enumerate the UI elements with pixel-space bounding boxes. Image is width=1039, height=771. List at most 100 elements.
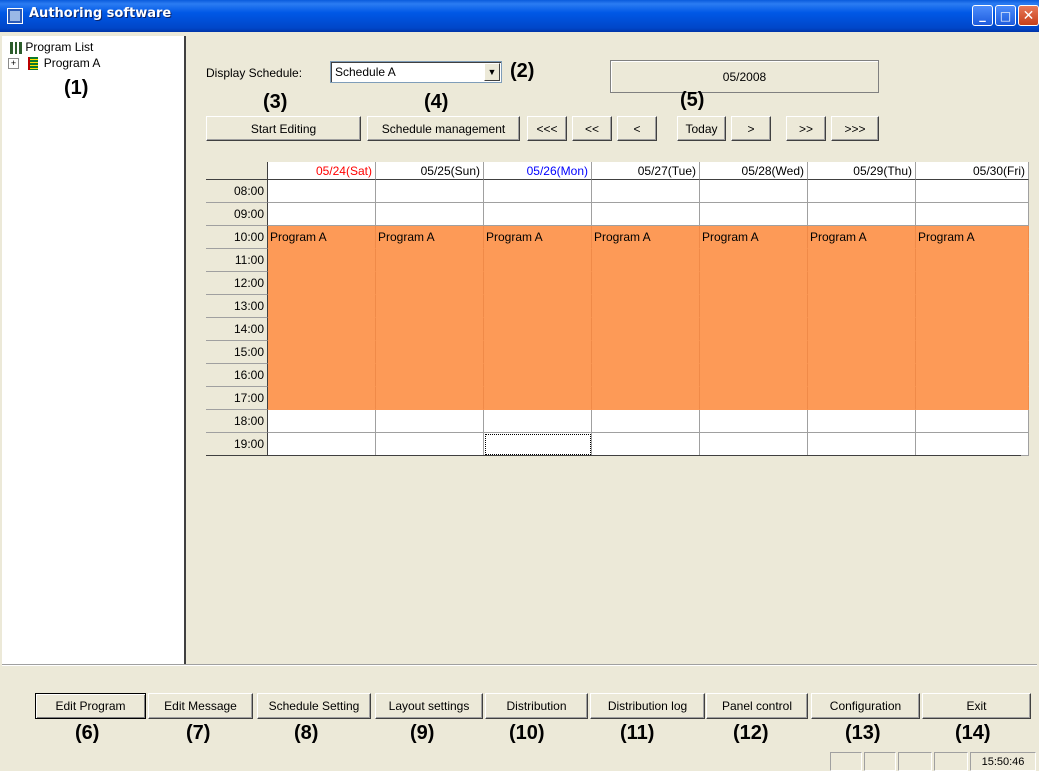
program-block-cell[interactable] (808, 318, 916, 341)
program-block-cell[interactable] (484, 364, 592, 387)
program-block-cell[interactable] (268, 364, 376, 387)
program-block-cell[interactable]: Program A (268, 226, 376, 249)
nav-forward-week-button[interactable]: >> (786, 116, 826, 141)
schedule-cell[interactable] (700, 410, 808, 433)
program-block-cell[interactable] (592, 272, 700, 295)
schedule-cell[interactable] (268, 433, 376, 456)
schedule-cell[interactable] (916, 203, 1029, 226)
schedule-cell[interactable] (376, 433, 484, 456)
today-button[interactable]: Today (677, 116, 726, 141)
schedule-cell[interactable] (916, 410, 1029, 433)
day-header[interactable]: 05/28(Wed) (700, 162, 808, 180)
schedule-cell[interactable] (916, 180, 1029, 203)
program-block-cell[interactable] (700, 295, 808, 318)
day-header[interactable]: 05/25(Sun) (376, 162, 484, 180)
nav-forward-far-button[interactable]: >>> (831, 116, 879, 141)
nav-back-week-button[interactable]: << (572, 116, 612, 141)
schedule-cell[interactable] (484, 410, 592, 433)
panel-control-button[interactable]: Panel control (706, 693, 808, 719)
schedule-cell[interactable] (700, 180, 808, 203)
program-block-cell[interactable] (808, 341, 916, 364)
program-block-cell[interactable] (484, 318, 592, 341)
schedule-cell[interactable] (808, 203, 916, 226)
program-block-cell[interactable] (268, 249, 376, 272)
start-editing-button[interactable]: Start Editing (206, 116, 361, 141)
program-block-cell[interactable]: Program A (916, 226, 1029, 249)
schedule-cell[interactable] (376, 203, 484, 226)
schedule-cell[interactable] (268, 410, 376, 433)
day-header[interactable]: 05/27(Tue) (592, 162, 700, 180)
program-block-cell[interactable] (592, 364, 700, 387)
nav-back-far-button[interactable]: <<< (527, 116, 567, 141)
program-block-cell[interactable] (592, 249, 700, 272)
distribution-log-button[interactable]: Distribution log (590, 693, 705, 719)
program-block-cell[interactable] (916, 249, 1029, 272)
program-block-cell[interactable] (808, 387, 916, 410)
program-block-cell[interactable] (376, 318, 484, 341)
schedule-cell[interactable] (484, 433, 592, 456)
program-block-cell[interactable] (484, 272, 592, 295)
program-block-cell[interactable] (808, 364, 916, 387)
program-block-cell[interactable] (484, 387, 592, 410)
program-block-cell[interactable] (916, 272, 1029, 295)
program-block-cell[interactable] (592, 318, 700, 341)
schedule-cell[interactable] (592, 433, 700, 456)
program-block-cell[interactable] (268, 272, 376, 295)
minimize-button[interactable]: _ (972, 5, 993, 26)
program-block-cell[interactable] (376, 249, 484, 272)
schedule-cell[interactable] (484, 203, 592, 226)
schedule-cell[interactable] (808, 180, 916, 203)
maximize-button[interactable]: □ (995, 5, 1016, 26)
edit-message-button[interactable]: Edit Message (148, 693, 253, 719)
nav-back-day-button[interactable]: < (617, 116, 657, 141)
schedule-cell[interactable] (808, 410, 916, 433)
day-header[interactable]: 05/29(Thu) (808, 162, 916, 180)
program-block-cell[interactable]: Program A (484, 226, 592, 249)
program-block-cell[interactable]: Program A (376, 226, 484, 249)
program-block-cell[interactable] (376, 387, 484, 410)
program-block-cell[interactable] (268, 341, 376, 364)
program-block-cell[interactable] (268, 318, 376, 341)
program-block-cell[interactable] (592, 387, 700, 410)
expand-icon[interactable]: + (8, 58, 19, 70)
dropdown-arrow-icon[interactable]: ▼ (484, 63, 500, 81)
program-block-cell[interactable] (484, 295, 592, 318)
schedule-select[interactable]: Schedule A ▼ (330, 61, 502, 83)
program-block-cell[interactable] (916, 341, 1029, 364)
program-block-cell[interactable]: Program A (592, 226, 700, 249)
exit-button[interactable]: Exit (922, 693, 1031, 719)
schedule-cell[interactable] (484, 180, 592, 203)
program-block-cell[interactable] (808, 249, 916, 272)
program-block-cell[interactable] (484, 341, 592, 364)
program-block-cell[interactable] (916, 295, 1029, 318)
program-block-cell[interactable] (700, 387, 808, 410)
program-block-cell[interactable] (592, 295, 700, 318)
schedule-cell[interactable] (268, 180, 376, 203)
edit-program-button[interactable]: Edit Program (35, 693, 146, 719)
schedule-cell[interactable] (268, 203, 376, 226)
schedule-cell[interactable] (592, 410, 700, 433)
schedule-cell[interactable] (592, 180, 700, 203)
program-block-cell[interactable] (916, 364, 1029, 387)
schedule-cell[interactable] (700, 433, 808, 456)
day-header[interactable]: 05/26(Mon) (484, 162, 592, 180)
program-block-cell[interactable] (916, 318, 1029, 341)
day-header[interactable]: 05/24(Sat) (268, 162, 376, 180)
close-button[interactable]: ✕ (1018, 5, 1039, 26)
program-block-cell[interactable]: Program A (700, 226, 808, 249)
program-tree[interactable]: Program List + Program A (1) (2, 36, 186, 664)
nav-forward-day-button[interactable]: > (731, 116, 771, 141)
schedule-cell[interactable] (376, 180, 484, 203)
program-block-cell[interactable] (700, 364, 808, 387)
title-bar[interactable]: Authoring software _ □ ✕ (0, 0, 1039, 32)
schedule-cell[interactable] (592, 203, 700, 226)
day-header[interactable]: 05/30(Fri) (916, 162, 1029, 180)
program-block-cell[interactable] (376, 295, 484, 318)
schedule-cell[interactable] (376, 410, 484, 433)
program-block-cell[interactable] (808, 272, 916, 295)
program-block-cell[interactable] (376, 272, 484, 295)
configuration-button[interactable]: Configuration (811, 693, 920, 719)
distribution-button[interactable]: Distribution (485, 693, 588, 719)
program-block-cell[interactable]: Program A (808, 226, 916, 249)
layout-settings-button[interactable]: Layout settings (375, 693, 483, 719)
